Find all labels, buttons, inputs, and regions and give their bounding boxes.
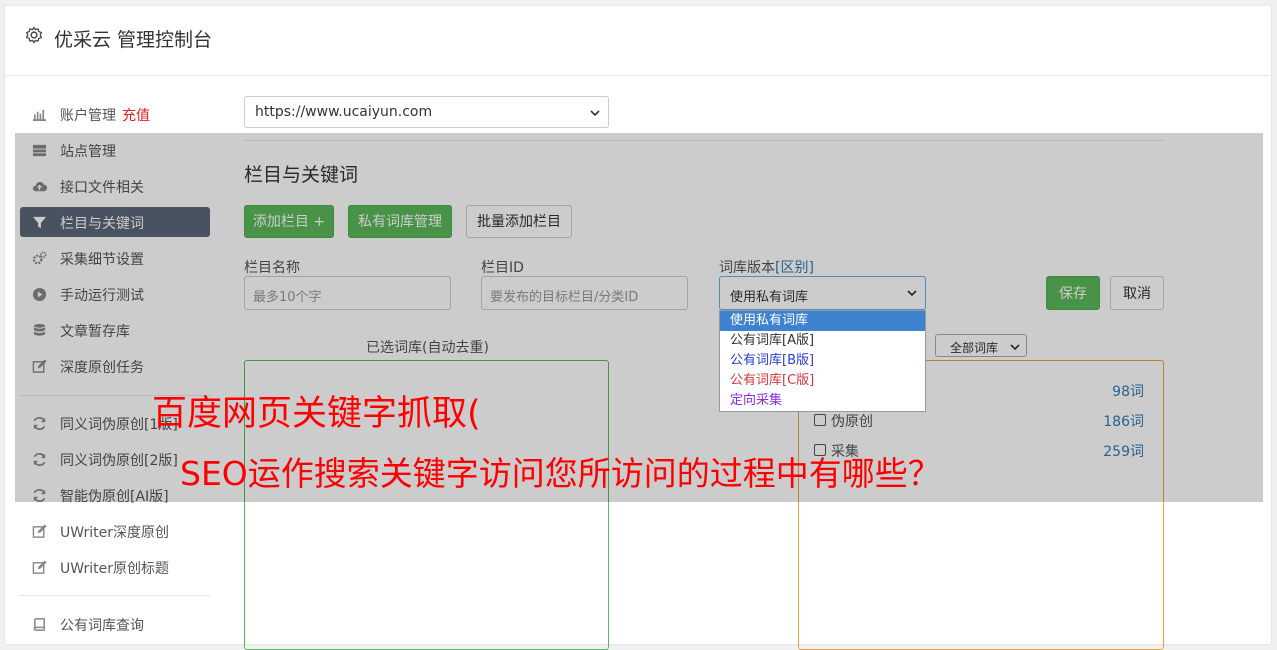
lib-filter-value: 全部词库 [950,341,999,355]
server-icon [32,144,47,157]
sidebar-divider [20,595,210,596]
lib-row-count: 98词 [1112,384,1144,400]
column-name-placeholder: 最多10个字 [253,290,322,305]
lib-version-text: 词库版本 [719,260,775,276]
site-select-value: https://www.ucaiyun.com [255,104,433,120]
chevron-down-icon [1010,344,1020,351]
add-column-button[interactable]: 添加栏目 + [244,205,334,238]
section-title: 栏目与关键词 [244,164,359,186]
chevron-down-icon [907,290,917,297]
dropdown-option[interactable]: 公有词库[A版] [720,331,925,351]
sidebar-item-synonym-v2[interactable]: 同义词伪原创[2版] [20,444,210,474]
sidebar-item-label: 文章暂存库 [60,324,130,340]
sidebar-item-account[interactable]: 账户管理 充值 [20,99,210,129]
lib-version-diff-link[interactable]: [区别] [775,260,814,276]
column-id-placeholder: 要发布的目标栏目/分类ID [490,290,639,305]
save-button[interactable]: 保存 [1046,276,1100,310]
lib-row-count: 186词 [1103,414,1144,430]
sidebar-item-label: 公有词库查询 [60,618,144,634]
lib-version-label: 词库版本[区别] [719,257,814,277]
lib-row[interactable]: 伪原创 186词 [814,411,1144,431]
refresh-icon [33,417,46,430]
bar-chart-icon [32,109,47,121]
lib-version-value: 使用私有词库 [730,290,809,305]
column-id-label: 栏目ID [481,260,524,276]
sidebar-item-collect-settings[interactable]: 采集细节设置 [20,243,210,273]
book-icon [33,618,45,631]
sidebar-item-label: 智能伪原创[AI版] [60,489,169,505]
chevron-down-icon [590,110,600,117]
lib-version-dropdown: 使用私有词库 公有词库[A版] 公有词库[B版] 公有词库[C版] 定向采集 [719,310,926,412]
sidebar-item-label: 栏目与关键词 [60,216,144,232]
sidebar-item-synonym-v1[interactable]: 同义词伪原创[1版] [20,408,210,438]
sidebar-item-label: 接口文件相关 [60,180,144,196]
selected-libs-title: 已选词库(自动去重) [366,340,489,356]
refresh-icon [33,489,46,502]
selected-libs-panel [244,360,609,650]
lib-row-checkbox[interactable] [814,444,826,456]
sidebar-item-article-store[interactable]: 文章暂存库 [20,315,210,345]
cloud-upload-icon [33,182,47,192]
lib-version-select[interactable]: 使用私有词库 [719,276,926,310]
site-select[interactable]: https://www.ucaiyun.com [244,96,609,128]
filter-icon [32,216,47,229]
sidebar-item-label: 手动运行测试 [60,288,144,304]
play-circle-icon [32,287,47,302]
gear-icon [25,26,43,44]
recharge-link[interactable]: 充值 [122,108,150,124]
console-header: 优采云 管理控制台 [5,6,1271,76]
sidebar-item-label: UWriter原创标题 [60,561,169,577]
lib-row-checkbox[interactable] [814,414,826,426]
edit-icon [32,524,47,538]
sidebar-item-manual-run[interactable]: 手动运行测试 [20,279,210,309]
sidebar-item-label: 同义词伪原创[2版] [60,453,178,469]
lib-filter-select[interactable]: 全部词库 [935,334,1027,357]
lib-row-name: 采集 [831,444,859,460]
sidebar-item-interface[interactable]: 接口文件相关 [20,171,210,201]
page-title: 优采云 管理控制台 [54,29,213,51]
dropdown-option[interactable]: 使用私有词库 [720,311,925,331]
section-divider [244,140,1164,141]
column-name-input[interactable]: 最多10个字 [244,276,451,310]
sidebar-item-label: 同义词伪原创[1版] [60,417,178,433]
edit-icon [32,560,47,574]
sidebar-item-label: 站点管理 [60,144,116,160]
cogs-icon [32,251,47,265]
lib-row-name: 伪原创 [831,414,873,430]
private-lib-button[interactable]: 私有词库管理 [348,205,452,238]
sidebar-item-deep-original[interactable]: 深度原创任务 [20,351,210,381]
dropdown-option[interactable]: 公有词库[C版] [720,371,925,391]
dropdown-option[interactable]: 定向采集 [720,391,925,411]
sidebar-item-label: 账户管理 [60,108,116,124]
sidebar-item-label: UWriter深度原创 [60,525,169,541]
edit-icon [32,359,47,373]
batch-add-button[interactable]: 批量添加栏目 [466,205,572,238]
sidebar-item-uwriter-title[interactable]: UWriter原创标题 [20,552,210,582]
lib-row-count: 259词 [1103,444,1144,460]
database-icon [33,323,46,336]
sidebar-item-ai-rewrite[interactable]: 智能伪原创[AI版] [20,480,210,510]
column-name-label: 栏目名称 [244,260,300,276]
sidebar-item-public-lib[interactable]: 公有词库查询 [20,609,210,639]
dropdown-option[interactable]: 公有词库[B版] [720,351,925,371]
sidebar-item-columns[interactable]: 栏目与关键词 [20,207,210,237]
refresh-icon [33,453,46,466]
column-id-input[interactable]: 要发布的目标栏目/分类ID [481,276,688,310]
sidebar-divider [20,395,210,396]
sidebar-item-sites[interactable]: 站点管理 [20,135,210,165]
sidebar-item-uwriter-deep[interactable]: UWriter深度原创 [20,516,210,546]
cancel-button[interactable]: 取消 [1110,276,1164,310]
sidebar-item-label: 采集细节设置 [60,252,144,268]
lib-row[interactable]: 采集 259词 [814,441,1144,461]
sidebar-item-label: 深度原创任务 [60,360,144,376]
